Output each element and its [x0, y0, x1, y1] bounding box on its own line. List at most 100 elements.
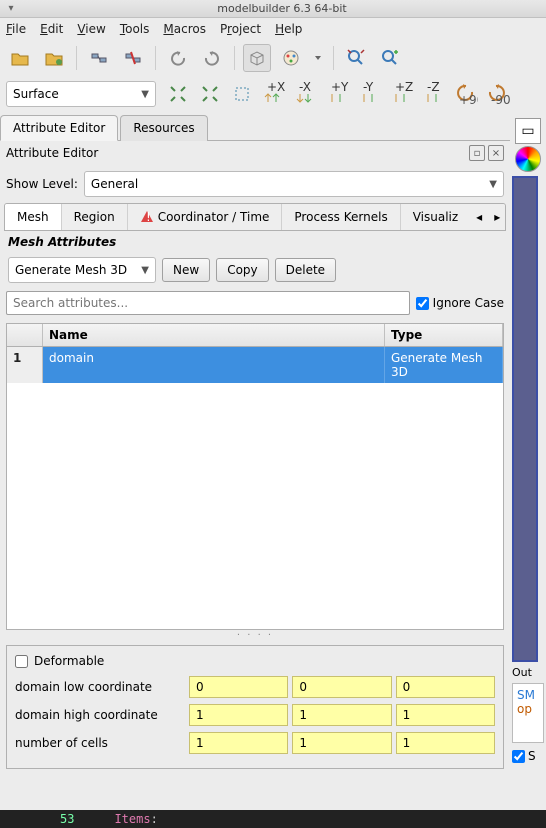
svg-text:-Y: -Y — [363, 82, 374, 94]
tab-region[interactable]: Region — [62, 204, 128, 230]
chevron-down-icon: ▼ — [141, 89, 149, 100]
menu-tools[interactable]: Tools — [120, 22, 150, 36]
menu-edit[interactable]: Edit — [40, 22, 63, 36]
select-box-icon[interactable] — [228, 80, 256, 108]
output-console[interactable]: SM op — [512, 683, 544, 743]
axis-pz-icon[interactable]: +Z — [388, 80, 416, 108]
axis-px-icon[interactable]: +X — [260, 80, 288, 108]
palette-dropdown-icon[interactable] — [311, 44, 325, 72]
redo-icon[interactable] — [198, 44, 226, 72]
connect-icon[interactable] — [85, 44, 113, 72]
menu-view[interactable]: View — [77, 22, 105, 36]
ignore-case-checkbox[interactable] — [416, 297, 429, 310]
menu-file[interactable]: File — [6, 22, 26, 36]
output-label: Out — [512, 666, 544, 679]
menubar: File Edit View Tools Macros Project Help — [0, 18, 546, 40]
low-z-input[interactable] — [396, 676, 495, 698]
zoom-fit-icon[interactable] — [342, 44, 370, 72]
svg-text:-X: -X — [299, 82, 311, 94]
undo-icon[interactable] — [164, 44, 192, 72]
col-header-name[interactable]: Name — [43, 324, 385, 346]
save-icon[interactable] — [40, 44, 68, 72]
disconnect-icon[interactable] — [119, 44, 147, 72]
layout-box-icon[interactable]: ▭ — [515, 118, 541, 144]
terminal-strip: 53 Items : — [0, 810, 546, 828]
axis-nz-icon[interactable]: -Z — [420, 80, 448, 108]
col-header-number[interactable] — [7, 324, 43, 346]
axis-py-icon[interactable]: +Y — [324, 80, 352, 108]
window-menu-icon[interactable]: ▾ — [4, 2, 18, 16]
table-header: Name Type — [7, 324, 503, 347]
dock-tabs: Attribute Editor Resources — [0, 114, 510, 141]
show-level-row: Show Level: General ▼ — [0, 165, 510, 203]
representation-value: Surface — [13, 87, 59, 101]
tab-scroll-left-icon[interactable]: ◂ — [470, 204, 488, 230]
row-name: domain — [43, 347, 385, 383]
tab-attribute-editor[interactable]: Attribute Editor — [0, 115, 118, 141]
deformable-label: Deformable — [34, 654, 104, 668]
tab-scroll-right-icon[interactable]: ▸ — [488, 204, 506, 230]
col-header-type[interactable]: Type — [385, 324, 503, 346]
attribute-tabs: Mesh Region ! Coordinator / Time Process… — [4, 203, 506, 231]
chevron-down-icon: ▼ — [141, 265, 149, 276]
box-tool-icon[interactable] — [243, 44, 271, 72]
low-x-input[interactable] — [189, 676, 288, 698]
open-icon[interactable] — [6, 44, 34, 72]
color-wheel-icon[interactable] — [515, 146, 541, 172]
low-y-input[interactable] — [292, 676, 391, 698]
show-level-dropdown[interactable]: General ▼ — [84, 171, 504, 197]
cells-x-input[interactable] — [189, 732, 288, 754]
svg-text:!: ! — [146, 210, 151, 224]
deformable-checkbox[interactable] — [15, 655, 28, 668]
axis-nx-icon[interactable]: -X — [292, 80, 320, 108]
render-view[interactable] — [512, 176, 538, 662]
new-button[interactable]: New — [162, 258, 210, 282]
copy-button[interactable]: Copy — [216, 258, 268, 282]
menu-macros[interactable]: Macros — [163, 22, 206, 36]
cells-z-input[interactable] — [396, 732, 495, 754]
svg-text:+Z: +Z — [395, 82, 413, 94]
menu-help[interactable]: Help — [275, 22, 302, 36]
bottom-checkbox[interactable] — [512, 750, 525, 763]
rotate-ccw-icon[interactable]: +90 — [452, 80, 480, 108]
arrows-in-icon[interactable] — [164, 80, 192, 108]
prop-row-low: domain low coordinate — [15, 676, 495, 698]
prop-row-cells: number of cells — [15, 732, 495, 754]
generate-row: Generate Mesh 3D ▼ New Copy Delete — [0, 253, 510, 287]
tab-coordinator[interactable]: ! Coordinator / Time — [128, 204, 283, 230]
close-panel-icon[interactable]: × — [488, 145, 504, 161]
bottom-checkbox-row[interactable]: S — [512, 749, 544, 763]
ignore-case-label[interactable]: Ignore Case — [416, 296, 504, 310]
terminal-number: 53 — [60, 812, 74, 826]
palette-icon[interactable] — [277, 44, 305, 72]
menu-project[interactable]: Project — [220, 22, 261, 36]
high-x-input[interactable] — [189, 704, 288, 726]
high-z-input[interactable] — [396, 704, 495, 726]
terminal-colon: : — [151, 812, 158, 826]
rotate-cw-icon[interactable]: -90 — [484, 80, 512, 108]
mesh-type-dropdown[interactable]: Generate Mesh 3D ▼ — [8, 257, 156, 283]
cells-y-input[interactable] — [292, 732, 391, 754]
tab-resources[interactable]: Resources — [120, 115, 207, 141]
arrows-out-icon[interactable] — [196, 80, 224, 108]
row-number: 1 — [7, 347, 43, 383]
show-level-value: General — [91, 177, 138, 191]
splitter-handle[interactable]: · · · · — [0, 630, 510, 641]
show-level-label: Show Level: — [6, 177, 78, 191]
prop-label: domain high coordinate — [15, 708, 185, 722]
titlebar: ▾ modelbuilder 6.3 64-bit — [0, 0, 546, 18]
svg-text:+90: +90 — [459, 93, 478, 106]
properties-panel: Deformable domain low coordinate domain … — [6, 645, 504, 769]
representation-dropdown[interactable]: Surface ▼ — [6, 81, 156, 107]
search-input[interactable] — [6, 291, 410, 315]
table-row[interactable]: 1 domain Generate Mesh 3D — [7, 347, 503, 383]
delete-button[interactable]: Delete — [275, 258, 336, 282]
tab-process-kernels[interactable]: Process Kernels — [282, 204, 400, 230]
tab-visualization[interactable]: Visualiz — [401, 204, 470, 230]
tab-mesh[interactable]: Mesh — [5, 204, 62, 230]
zoom-add-icon[interactable] — [376, 44, 404, 72]
prop-label: domain low coordinate — [15, 680, 185, 694]
high-y-input[interactable] — [292, 704, 391, 726]
float-panel-icon[interactable]: ▫ — [469, 145, 485, 161]
axis-ny-icon[interactable]: -Y — [356, 80, 384, 108]
